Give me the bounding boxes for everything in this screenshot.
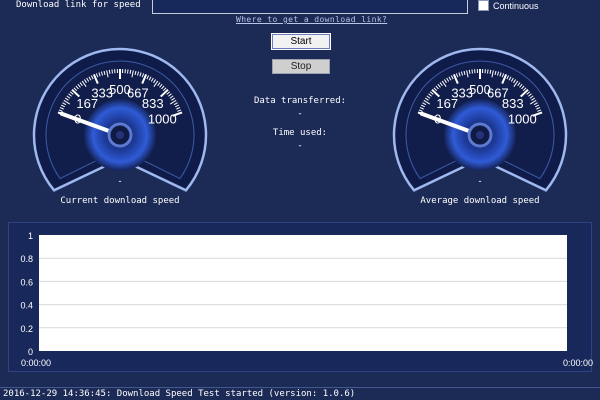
y-tick-label: 0.8 (20, 254, 33, 264)
download-link-label: Download link for speed (16, 0, 141, 10)
y-tick-label: 1 (28, 231, 33, 241)
gauge-tick-label: 833 (142, 96, 164, 111)
x-tick-label: 0:00:00 (563, 358, 593, 368)
status-message: 2016-12-29 14:36:45: Download Speed Test… (3, 389, 356, 399)
stop-button[interactable]: Stop (272, 59, 330, 74)
gauge-tick (468, 69, 471, 74)
continuous-option[interactable]: Continuous (478, 0, 539, 11)
gauge-tick (108, 69, 111, 74)
continuous-checkbox[interactable] (478, 0, 489, 11)
speed-history-plot: 0 0.2 0.4 0.6 0.8 1 0:00:00 0:00:00 (20, 231, 593, 368)
continuous-label: Continuous (493, 0, 539, 11)
y-tick-label: 0.6 (20, 277, 33, 287)
average-speed-gauge: 01673335006678331000 - Average download … (380, 30, 580, 210)
gauge-tick (489, 69, 492, 74)
data-transferred-value: - (297, 109, 303, 119)
time-used-value: - (297, 141, 303, 151)
y-tick-label: 0.2 (20, 324, 33, 334)
download-link-help-link[interactable]: Where to get a download link? (236, 15, 387, 24)
gauge-hub-center (116, 131, 124, 139)
current-speed-value: - (118, 176, 122, 186)
start-button[interactable]: Start (271, 33, 331, 50)
download-link-input[interactable] (152, 0, 468, 14)
average-speed-title: Average download speed (420, 196, 540, 206)
gauge-hub-center (476, 131, 484, 139)
status-bar: 2016-12-29 14:36:45: Download Speed Test… (0, 387, 600, 400)
gauge-tick-label: 833 (502, 96, 524, 111)
gauge-tick-label: 1000 (148, 112, 177, 127)
top-bar: Download link for speed Where to get a d… (0, 0, 600, 30)
speed-history-chart: 0 0.2 0.4 0.6 0.8 1 0:00:00 0:00:00 (8, 222, 593, 372)
y-tick-label: 0 (28, 347, 33, 357)
average-speed-value: - (478, 176, 482, 186)
current-speed-title: Current download speed (60, 196, 180, 206)
x-tick-label: 0:00:00 (21, 358, 51, 368)
time-used-label: Time used: (272, 128, 328, 138)
current-speed-gauge: 01673335006678331000 - Current download … (20, 30, 220, 210)
plot-area (39, 235, 567, 351)
data-transferred-label: Data transferred: (253, 96, 347, 106)
gauge-tick-label: 1000 (508, 112, 537, 127)
gauge-tick (129, 69, 132, 74)
y-tick-label: 0.4 (20, 301, 33, 311)
